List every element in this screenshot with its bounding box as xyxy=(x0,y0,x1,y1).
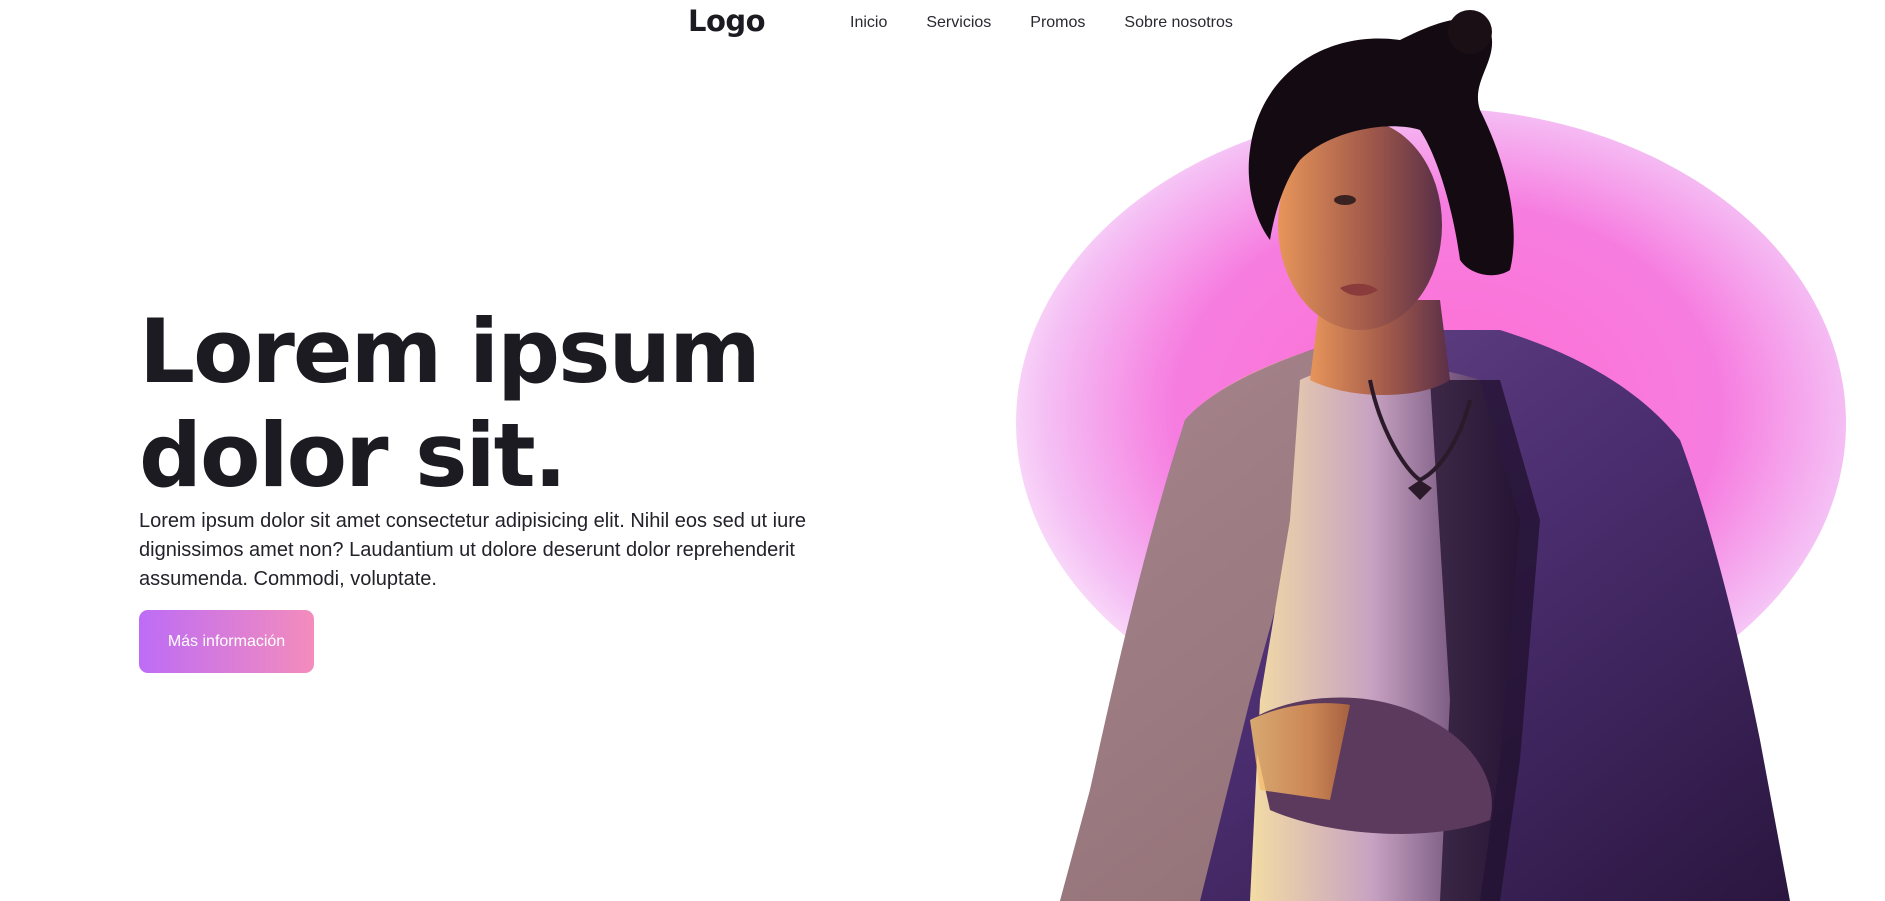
hero-title-line-1: Lorem ipsum xyxy=(139,300,761,403)
more-info-button[interactable]: Más información xyxy=(139,610,314,673)
nav-link-inicio[interactable]: Inicio xyxy=(850,14,887,32)
landing-page: Logo Inicio Servicios Promos Sobre nosot… xyxy=(0,0,1885,901)
site-logo[interactable]: Logo xyxy=(688,4,766,38)
hero-title-line-2: dolor sit. xyxy=(139,404,567,507)
nav-link-servicios[interactable]: Servicios xyxy=(926,14,991,32)
person-photo xyxy=(1060,10,1790,901)
hero-image-area xyxy=(1000,0,1885,901)
hero-title: Lorem ipsum dolor sit. xyxy=(139,300,899,508)
hero-description: Lorem ipsum dolor sit amet consectetur a… xyxy=(139,510,806,590)
